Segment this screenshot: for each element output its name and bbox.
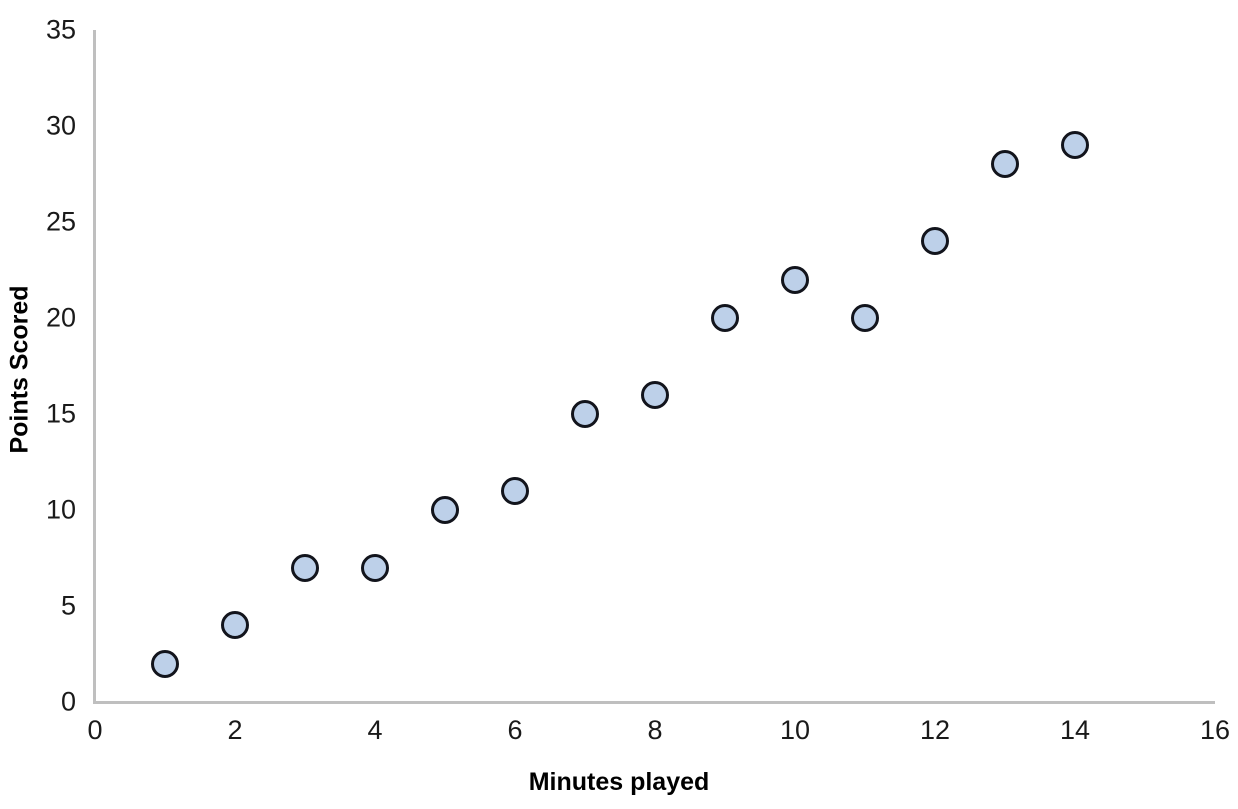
x-axis-tick-label: 12 xyxy=(919,715,951,745)
data-point-marker[interactable] xyxy=(641,380,669,409)
y-axis-tick-label: 10 xyxy=(45,494,76,525)
data-point-marker[interactable] xyxy=(1061,131,1089,160)
x-axis-tick-label: 4 xyxy=(367,715,383,745)
y-axis-tick-label: 0 xyxy=(60,686,76,717)
x-axis-tick-label: 8 xyxy=(647,715,663,745)
data-point-marker[interactable] xyxy=(711,304,739,332)
x-axis-tick-label: 14 xyxy=(1059,715,1091,745)
x-axis-tick-label: 6 xyxy=(507,715,523,745)
data-point-marker[interactable] xyxy=(291,553,319,582)
data-point-marker[interactable] xyxy=(851,304,879,332)
data-point-marker[interactable] xyxy=(431,496,459,524)
data-point-marker[interactable] xyxy=(361,553,389,582)
data-point-marker[interactable] xyxy=(501,476,529,505)
plot-area xyxy=(95,30,1215,702)
y-axis-title: Points Scored xyxy=(5,285,34,454)
y-axis-tick-label: 5 xyxy=(60,590,76,621)
data-point-marker[interactable] xyxy=(151,649,179,678)
data-point-marker[interactable] xyxy=(991,150,1019,179)
data-point-marker[interactable] xyxy=(781,265,809,294)
y-axis-tick-label: 35 xyxy=(45,14,76,45)
x-axis-tick-label: 16 xyxy=(1199,715,1231,745)
data-point-marker[interactable] xyxy=(221,611,249,640)
y-axis-tick-label: 25 xyxy=(45,206,76,237)
x-axis-tick-label: 2 xyxy=(227,715,243,745)
x-axis-tick-label: 0 xyxy=(87,715,103,745)
x-axis-title: Minutes played xyxy=(528,768,710,796)
y-axis-tick-label: 30 xyxy=(45,110,76,141)
scatter-chart: 0 5 10 15 20 25 30 35 0 2 4 6 8 10 12 14 16 Points Scor… xyxy=(0,0,1238,809)
x-axis-tick-label: 10 xyxy=(779,715,811,745)
data-point-marker[interactable] xyxy=(921,227,949,256)
data-point-marker[interactable] xyxy=(571,400,599,428)
